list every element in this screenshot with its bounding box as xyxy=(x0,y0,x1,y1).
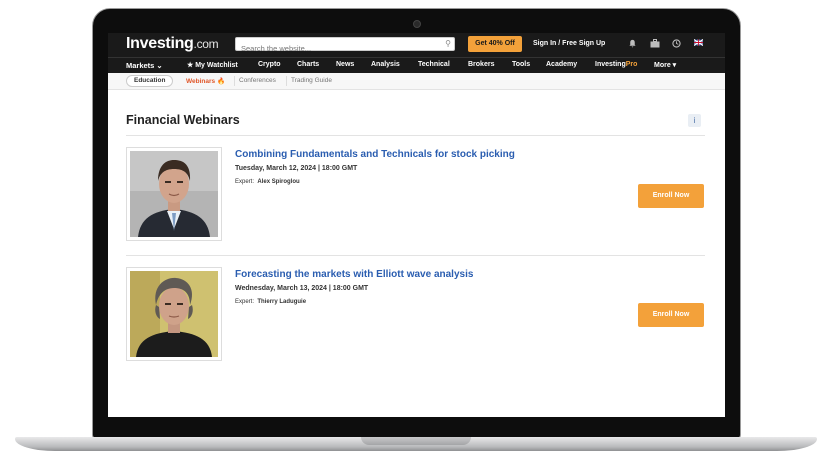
webinar-1-expert: Expert: Alex Spiroglou xyxy=(235,179,300,185)
nav-item-technical[interactable]: Technical xyxy=(418,61,450,68)
webinar-1-photo[interactable] xyxy=(126,147,222,241)
expert-name: Thierry Laduguie xyxy=(257,299,307,305)
title-divider xyxy=(126,135,705,136)
webinar-2-title[interactable]: Forecasting the markets with Elliott wav… xyxy=(235,269,473,280)
subnav-divider xyxy=(234,76,235,86)
investingpro-suffix: Pro xyxy=(625,61,638,68)
info-icon[interactable]: i xyxy=(688,114,701,127)
expert-name: Alex Spiroglou xyxy=(257,179,300,185)
investingpro-prefix: Investing xyxy=(595,61,626,68)
logo-suffix: .com xyxy=(193,37,219,51)
nav-item-analysis[interactable]: Analysis xyxy=(371,61,400,68)
promo-button[interactable]: Get 40% Off xyxy=(468,36,522,52)
laptop-screen: Investing.com ⚲ Get 40% Off Sign In / Fr… xyxy=(108,33,725,417)
expert-label: Expert: xyxy=(235,299,255,305)
logo-main: Investing xyxy=(126,35,194,52)
nav-item-tools[interactable]: Tools xyxy=(512,61,530,68)
nav-item-academy[interactable]: Academy xyxy=(546,61,577,68)
uk-flag-icon[interactable] xyxy=(693,39,704,48)
webinar-1-title[interactable]: Combining Fundamentals and Technicals fo… xyxy=(235,149,515,160)
search-input[interactable] xyxy=(236,42,431,55)
webinar-2-expert: Expert: Thierry Laduguie xyxy=(235,299,306,305)
nav-item-watchlist[interactable]: ★ My Watchlist xyxy=(187,61,238,69)
sign-in-link[interactable]: Sign In / Free Sign Up xyxy=(533,40,605,47)
webinar-2-enroll-button[interactable]: Enroll Now xyxy=(638,303,704,327)
portrait-1 xyxy=(130,151,218,237)
subnav-divider xyxy=(286,76,287,86)
laptop-base-notch xyxy=(361,437,471,445)
search-icon[interactable]: ⚲ xyxy=(445,39,451,48)
site-header: Investing.com ⚲ Get 40% Off Sign In / Fr… xyxy=(108,33,725,57)
expert-label: Expert: xyxy=(235,179,255,185)
nav-item-charts[interactable]: Charts xyxy=(297,61,319,68)
webcam xyxy=(413,20,421,28)
webinar-2-photo[interactable] xyxy=(126,267,222,361)
nav-item-brokers[interactable]: Brokers xyxy=(468,61,494,68)
nav-item-markets[interactable]: Markets ⌄ xyxy=(126,61,163,70)
subnav-conferences[interactable]: Conferences xyxy=(239,77,276,84)
subnav-education[interactable]: Education xyxy=(126,75,174,87)
site-logo[interactable]: Investing.com xyxy=(126,35,219,53)
nav-item-investingpro[interactable]: InvestingPro xyxy=(595,61,637,68)
subnav-webinars[interactable]: Webinars 🔥 xyxy=(186,77,225,85)
sub-nav: Education Webinars 🔥 Conferences Trading… xyxy=(108,73,725,90)
page-title: Financial Webinars xyxy=(126,113,240,127)
nav-item-crypto[interactable]: Crypto xyxy=(258,61,281,68)
portrait-2 xyxy=(130,271,218,357)
nav-item-more[interactable]: More ▾ xyxy=(654,61,676,69)
clock-icon[interactable] xyxy=(672,39,681,50)
bell-icon[interactable] xyxy=(628,39,637,50)
webinar-1-enroll-button[interactable]: Enroll Now xyxy=(638,184,704,208)
search-box: ⚲ xyxy=(235,37,455,55)
webinar-2-date: Wednesday, March 13, 2024 | 18:00 GMT xyxy=(235,285,369,292)
main-nav: Markets ⌄ ★ My Watchlist Crypto Charts N… xyxy=(108,57,725,73)
subnav-trading-guide[interactable]: Trading Guide xyxy=(291,77,332,84)
webinar-divider xyxy=(126,255,705,256)
webinar-1-date: Tuesday, March 12, 2024 | 18:00 GMT xyxy=(235,165,358,172)
nav-item-news[interactable]: News xyxy=(336,61,354,68)
briefcase-icon[interactable] xyxy=(650,39,660,50)
